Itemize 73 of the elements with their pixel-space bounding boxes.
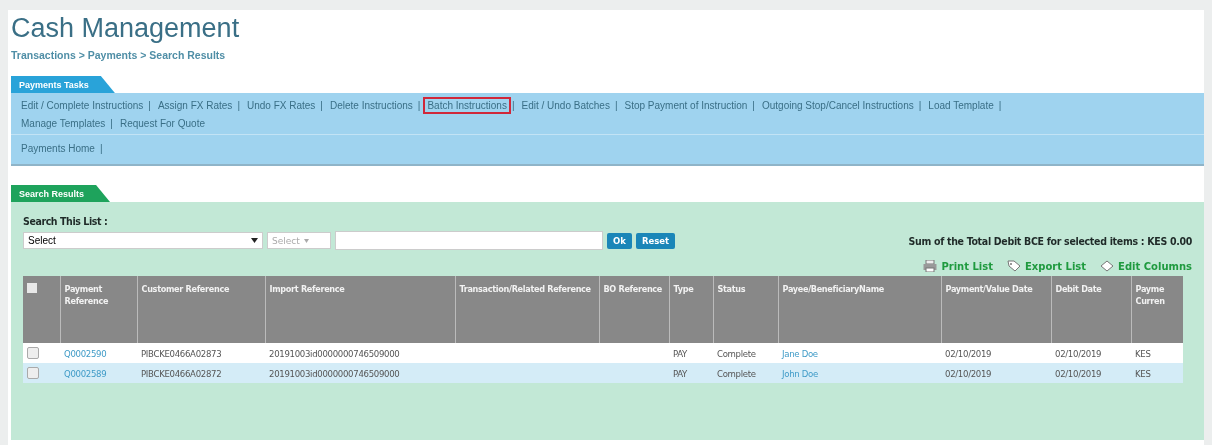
table-cell: PIBCKE0466A02872 xyxy=(141,367,222,379)
column-header[interactable]: Status xyxy=(713,276,778,343)
table-cell: KES xyxy=(1135,367,1151,379)
operator-dropdown[interactable]: Select xyxy=(267,232,331,249)
tag-icon xyxy=(1007,260,1021,272)
column-dropdown[interactable]: Select xyxy=(23,232,263,249)
table-cell: 02/10/2019 xyxy=(1055,347,1102,359)
link-separator: | xyxy=(614,100,618,111)
reset-button[interactable]: Reset xyxy=(635,232,676,249)
task-link[interactable]: Payments Home xyxy=(19,142,97,155)
column-header[interactable]: Payment Reference xyxy=(60,276,137,343)
table-cell: PAY xyxy=(673,347,687,359)
tag-icon xyxy=(1100,260,1115,272)
action-link[interactable]: Print List xyxy=(941,260,993,272)
column-header[interactable]: Debit Date xyxy=(1051,276,1131,343)
select-all-checkbox[interactable] xyxy=(27,283,37,293)
row-checkbox[interactable] xyxy=(27,347,39,360)
cell-link[interactable]: Q0002590 xyxy=(64,347,107,359)
cell-link[interactable]: Jane Doe xyxy=(782,347,818,359)
action-link[interactable]: Export List xyxy=(1025,260,1087,272)
caret-icon xyxy=(251,238,258,243)
column-header[interactable]: Payment/Value Date xyxy=(941,276,1051,343)
ok-button[interactable]: Ok xyxy=(607,232,632,249)
task-link[interactable]: Undo FX Rates xyxy=(245,99,318,112)
breadcrumb: Transactions > Payments > Search Results xyxy=(11,49,226,61)
link-separator: | xyxy=(752,100,755,111)
link-separator: | xyxy=(320,100,323,111)
task-link[interactable]: Request For Quote xyxy=(117,117,207,130)
search-field[interactable] xyxy=(335,231,603,250)
table-cell: 02/10/2019 xyxy=(1055,367,1102,379)
page-title: Cash Management xyxy=(11,12,240,44)
task-link[interactable]: Load Template xyxy=(926,99,996,112)
column-header[interactable]: Customer Reference xyxy=(137,276,265,343)
link-separator: | xyxy=(110,118,113,129)
column-header[interactable]: Transaction/Related Reference xyxy=(455,276,599,343)
link-separator: | xyxy=(148,100,151,111)
task-link[interactable]: Edit / Complete Instructions xyxy=(19,99,146,112)
table-cell: 20191003id0000000746509000 xyxy=(269,347,400,359)
sum-text: Sum of the Total Debit BCE for selected items : KES 0.00 xyxy=(908,234,1192,247)
link-separator: | xyxy=(417,100,421,111)
table-cell: KES xyxy=(1135,347,1151,359)
column-header[interactable]: BO Reference xyxy=(599,276,669,343)
search-label: Search This List : xyxy=(23,215,108,227)
action-link[interactable]: Edit Columns xyxy=(1118,260,1192,272)
task-link[interactable]: Assign FX Rates xyxy=(155,99,235,112)
row-checkbox[interactable] xyxy=(27,367,39,380)
task-link[interactable]: Batch Instructions xyxy=(425,99,509,112)
task-link[interactable]: Stop Payment of Instruction xyxy=(622,99,750,112)
table-cell: PIBCKE0466A02873 xyxy=(141,347,222,359)
link-separator: | xyxy=(99,143,103,154)
cell-link[interactable]: Q0002589 xyxy=(64,367,107,379)
link-separator: | xyxy=(918,100,922,111)
task-link[interactable]: Delete Instructions xyxy=(327,99,415,112)
cell-link[interactable]: John Doe xyxy=(782,367,818,379)
task-link[interactable]: Manage Templates xyxy=(19,117,108,130)
table-cell: 02/10/2019 xyxy=(945,347,992,359)
printer-icon xyxy=(923,260,938,272)
table-cell: PAY xyxy=(673,367,687,379)
table-cell: 20191003id0000000746509000 xyxy=(269,367,400,379)
table-cell: Complete xyxy=(717,367,756,379)
table-cell: 02/10/2019 xyxy=(945,367,992,379)
column-header[interactable]: Type xyxy=(669,276,713,343)
table-cell: Complete xyxy=(717,347,756,359)
column-header[interactable]: Payme Curren xyxy=(1131,276,1183,343)
caret-icon xyxy=(303,238,309,243)
link-separator: | xyxy=(998,100,1002,111)
link-separator: | xyxy=(237,100,240,111)
task-link[interactable]: Outgoing Stop/Cancel Instructions xyxy=(759,99,916,112)
column-header[interactable]: Import Reference xyxy=(265,276,455,343)
link-separator: | xyxy=(511,100,515,111)
task-link[interactable]: Edit / Undo Batches xyxy=(519,99,612,112)
column-header[interactable]: Payee/BeneficiaryName xyxy=(778,276,941,343)
table-row[interactable]: Q0002590 PIBCKE0466A02873 20191003id0000000746509000 PAY Complete Jane Doe 02/10/2019 02/10/2019 KES xyxy=(23,343,1183,363)
